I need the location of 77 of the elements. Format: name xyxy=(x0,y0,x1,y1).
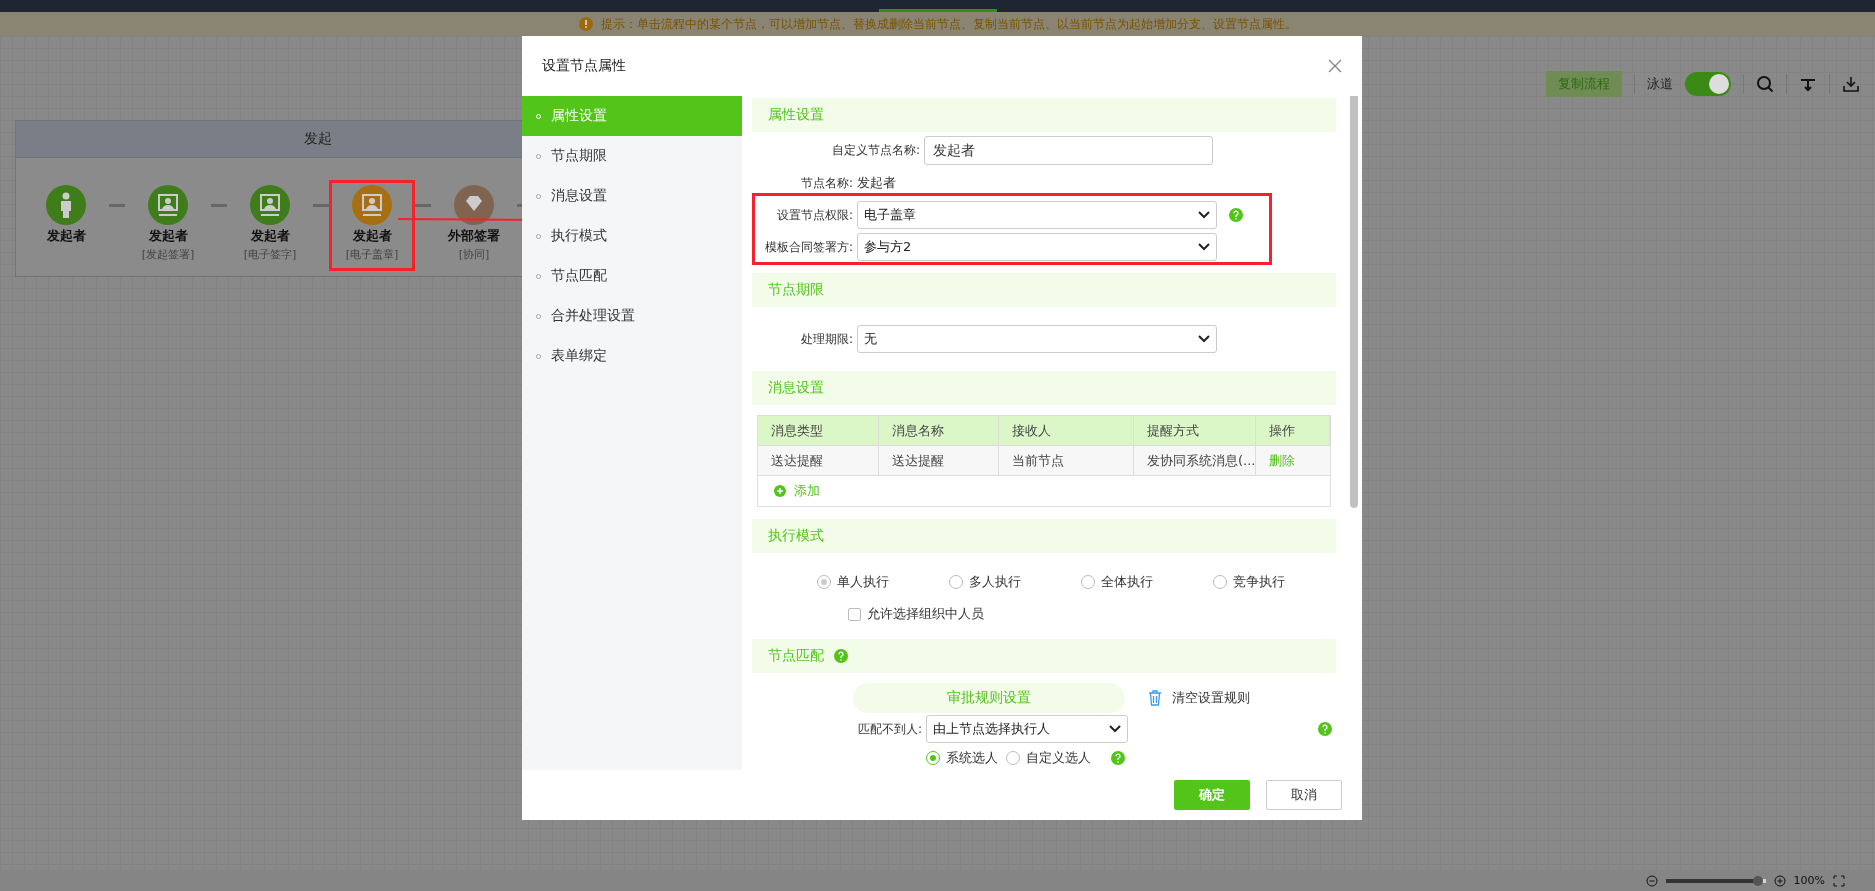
sidebar-item[interactable]: 表单绑定 xyxy=(522,336,742,376)
help-icon[interactable] xyxy=(1318,722,1332,736)
monitor-person-icon[interactable] xyxy=(148,185,188,225)
zoom-slider[interactable] xyxy=(1665,878,1766,883)
person-icon[interactable] xyxy=(46,185,86,225)
node-name: 发起者 xyxy=(352,227,392,245)
sidebar-item[interactable]: 节点匹配 xyxy=(522,256,742,296)
sidebar-item[interactable]: 合并处理设置 xyxy=(522,296,742,336)
download-icon[interactable] xyxy=(1842,75,1860,93)
chevron-down-icon xyxy=(1198,335,1210,343)
radio-option[interactable]: 单人执行 xyxy=(817,573,949,591)
node-subtitle: [协同] xyxy=(458,247,490,262)
radio-option[interactable]: 全体执行 xyxy=(1081,573,1213,591)
table-header-cell: 操作 xyxy=(1256,416,1330,445)
sidebar-item[interactable]: 消息设置 xyxy=(522,176,742,216)
monitor-person-icon[interactable] xyxy=(250,185,290,225)
chevron-down-icon xyxy=(1198,243,1210,251)
field-label: 匹配不到人: xyxy=(856,720,923,738)
radio-option[interactable]: 系统选人 xyxy=(926,749,1002,767)
table-cell: 发协同系统消息(... xyxy=(1134,446,1256,475)
field-label: 节点名称: xyxy=(799,174,854,192)
node-name: 发起者 xyxy=(46,227,86,245)
table-cell: 送达提醒 xyxy=(758,446,879,475)
section-title: 执行模式 xyxy=(768,527,824,545)
lane-label: 泳道 xyxy=(1647,75,1673,93)
section-title: 消息设置 xyxy=(768,379,824,397)
plus-circle-icon[interactable] xyxy=(774,485,786,497)
field-value: 发起者 xyxy=(857,174,896,192)
zoom-reading: 100% xyxy=(1793,874,1825,887)
field-label: 模板合同签署方: xyxy=(763,238,854,256)
cancel-button[interactable]: 取消 xyxy=(1266,780,1342,810)
field-label: 自定义节点名称: xyxy=(830,142,921,159)
help-icon[interactable] xyxy=(1111,751,1125,765)
no-match-select[interactable]: 由上节点选择执行人 xyxy=(926,715,1128,743)
table-header-cell: 提醒方式 xyxy=(1134,416,1256,445)
field-label: 处理期限: xyxy=(799,330,854,348)
node-name: 外部签署 xyxy=(448,227,500,245)
checkbox[interactable] xyxy=(848,607,861,621)
help-icon[interactable] xyxy=(1229,208,1243,222)
sidebar-item[interactable]: 执行模式 xyxy=(522,216,742,256)
node-subtitle: [发起签署] xyxy=(141,247,195,262)
table-header-cell: 接收人 xyxy=(999,416,1134,445)
table-header-cell: 消息名称 xyxy=(879,416,999,445)
node-name: 发起者 xyxy=(250,227,290,245)
dialog-title: 设置节点属性 xyxy=(542,57,626,75)
radio-option[interactable]: 自定义选人 xyxy=(1006,749,1095,767)
deadline-select[interactable]: 无 xyxy=(857,325,1217,353)
radio-option[interactable]: 多人执行 xyxy=(949,573,1081,591)
signer-select[interactable]: 参与方2 xyxy=(857,233,1217,261)
section-title: 节点匹配 xyxy=(768,647,824,665)
table-cell: 送达提醒 xyxy=(879,446,999,475)
chevron-down-icon xyxy=(1198,211,1210,219)
search-icon[interactable] xyxy=(1756,75,1774,93)
clear-rules-link[interactable]: 清空设置规则 xyxy=(1172,689,1250,707)
section-title: 属性设置 xyxy=(768,106,824,124)
checkbox-label: 允许选择组织中人员 xyxy=(867,605,984,623)
help-icon[interactable] xyxy=(834,649,848,663)
info-icon xyxy=(578,17,593,31)
notice-text: 提示：单击流程中的某个节点，可以增加节点、替换成删除当前节点、复制当前节点、以当前节点为起始增加分支、设置节点属性。 xyxy=(600,15,1297,33)
chevron-down-icon xyxy=(1109,725,1121,733)
field-label: 设置节点权限: xyxy=(775,206,854,224)
monitor-person-icon[interactable] xyxy=(352,185,392,225)
node-subtitle: [电子盖章] xyxy=(345,247,399,262)
permission-select[interactable]: 电子盖章 xyxy=(857,201,1217,229)
trash-icon[interactable] xyxy=(1148,690,1162,706)
fit-screen-icon[interactable] xyxy=(1833,874,1845,887)
close-icon[interactable] xyxy=(1328,59,1342,73)
node-name: 发起者 xyxy=(148,227,188,245)
node-subtitle: [电子签字] xyxy=(243,247,297,262)
zoom-in-icon[interactable] xyxy=(1773,874,1786,887)
table-cell: 当前节点 xyxy=(999,446,1134,475)
lane-toggle[interactable] xyxy=(1685,72,1731,96)
section-title: 节点期限 xyxy=(768,281,824,299)
node-name-input[interactable]: 发起者 xyxy=(924,136,1213,165)
radio-option[interactable]: 竞争执行 xyxy=(1213,573,1345,591)
table-header-cell: 消息类型 xyxy=(758,416,879,445)
zoom-out-icon[interactable] xyxy=(1645,874,1658,887)
